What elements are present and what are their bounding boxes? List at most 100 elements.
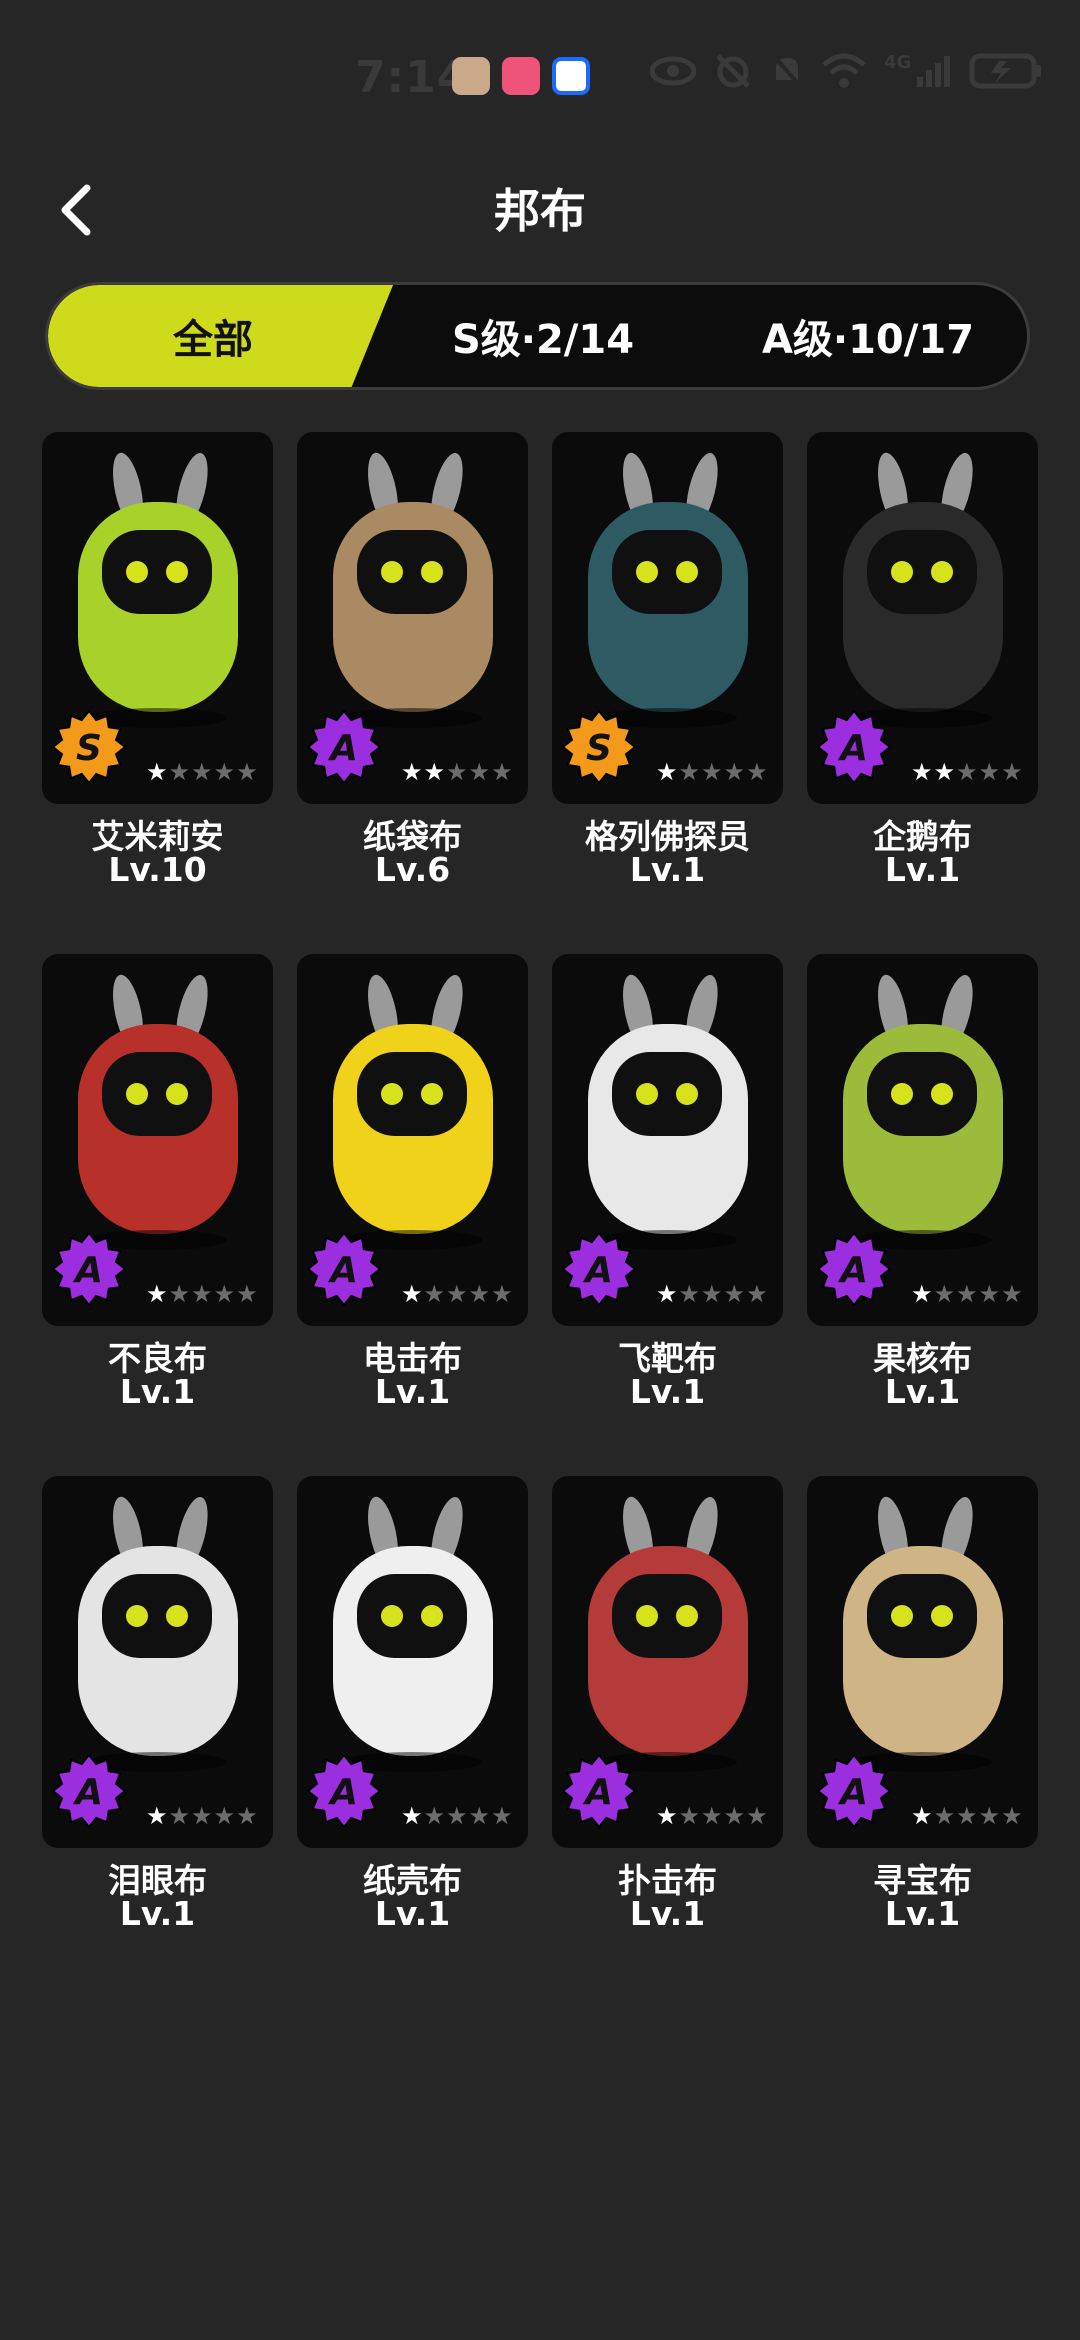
bangboo-figure	[333, 452, 493, 728]
star-rating: ★ ★ ★ ★ ★	[146, 1804, 258, 1828]
signal-icon	[917, 56, 951, 87]
star-rating: ★ ★ ★ ★ ★	[656, 1282, 768, 1306]
star-empty-icon: ★	[446, 1802, 468, 1830]
bangboo-figure	[588, 974, 748, 1250]
star-empty-icon: ★	[746, 1802, 768, 1830]
star-rating: ★ ★ ★ ★ ★	[146, 760, 258, 784]
bangboo-portrait: A ★ ★ ★ ★ ★	[807, 1476, 1038, 1848]
bangboo-card[interactable]: S ★ ★ ★ ★ ★ 艾米莉安 Lv.10	[42, 432, 273, 954]
star-rating: ★ ★ ★ ★ ★	[911, 1282, 1023, 1306]
star-empty-icon: ★	[1001, 758, 1023, 786]
star-rating: ★ ★ ★ ★ ★	[401, 760, 513, 784]
bangboo-level: Lv.1	[629, 1894, 706, 1933]
bangboo-card[interactable]: A ★ ★ ★ ★ ★ 不良布 Lv.1	[42, 954, 273, 1476]
star-empty-icon: ★	[491, 1280, 513, 1308]
bangboo-portrait: A ★ ★ ★ ★ ★	[297, 1476, 528, 1848]
notification-icons	[452, 57, 590, 95]
star-empty-icon: ★	[933, 1280, 956, 1308]
star-empty-icon: ★	[491, 758, 513, 786]
svg-text:A: A	[327, 728, 358, 769]
star-empty-icon: ★	[236, 758, 258, 786]
bangboo-card[interactable]: A ★ ★ ★ ★ ★ 纸袋布 Lv.6	[297, 432, 528, 954]
tab-rank-a[interactable]: A级·10/17	[708, 285, 1027, 387]
star-empty-icon: ★	[746, 1280, 768, 1308]
star-empty-icon: ★	[423, 1280, 446, 1308]
star-filled-icon: ★	[401, 1280, 423, 1308]
bangboo-card[interactable]: S ★ ★ ★ ★ ★ 格列佛探员 Lv.1	[552, 432, 783, 954]
bangboo-portrait: A ★ ★ ★ ★ ★	[42, 954, 273, 1326]
star-rating: ★ ★ ★ ★ ★	[656, 1804, 768, 1828]
bangboo-card[interactable]: A ★ ★ ★ ★ ★ 果核布 Lv.1	[807, 954, 1038, 1476]
eye-icon	[650, 56, 696, 86]
bangboo-level: Lv.1	[629, 1372, 706, 1411]
bangboo-card[interactable]: A ★ ★ ★ ★ ★ 飞靶布 Lv.1	[552, 954, 783, 1476]
star-empty-icon: ★	[746, 758, 768, 786]
star-filled-icon: ★	[656, 1280, 678, 1308]
rank-s-badge-icon: S	[562, 710, 636, 784]
bangboo-portrait: A ★ ★ ★ ★ ★	[42, 1476, 273, 1848]
bangboo-card[interactable]: A ★ ★ ★ ★ ★ 泪眼布 Lv.1	[42, 1476, 273, 1998]
bangboo-card[interactable]: A ★ ★ ★ ★ ★ 企鹅布 Lv.1	[807, 432, 1038, 954]
bangboo-figure	[588, 452, 748, 728]
rank-a-badge-icon: A	[52, 1232, 126, 1306]
star-empty-icon: ★	[168, 1280, 191, 1308]
star-empty-icon: ★	[956, 758, 978, 786]
bangboo-portrait: A ★ ★ ★ ★ ★	[807, 432, 1038, 804]
alarm-off-icon	[716, 54, 750, 88]
star-empty-icon: ★	[168, 1802, 191, 1830]
star-empty-icon: ★	[723, 1802, 746, 1830]
status-bar: 7:14 4G	[0, 0, 1080, 150]
rank-a-badge-icon: A	[817, 1754, 891, 1828]
star-rating: ★ ★ ★ ★ ★	[656, 760, 768, 784]
bangboo-card[interactable]: A ★ ★ ★ ★ ★ 纸壳布 Lv.1	[297, 1476, 528, 1998]
bangboo-card[interactable]: A ★ ★ ★ ★ ★ 扑击布 Lv.1	[552, 1476, 783, 1998]
bangboo-level: Lv.1	[119, 1894, 196, 1933]
svg-text:A: A	[72, 1772, 103, 1813]
star-rating: ★ ★ ★ ★ ★	[911, 760, 1023, 784]
star-empty-icon: ★	[956, 1802, 978, 1830]
app-avatar-icon	[452, 57, 490, 95]
bangboo-level: Lv.10	[108, 850, 207, 889]
star-empty-icon: ★	[446, 1280, 468, 1308]
bangboo-portrait: A ★ ★ ★ ★ ★	[297, 432, 528, 804]
star-empty-icon: ★	[978, 758, 1001, 786]
svg-text:A: A	[837, 728, 868, 769]
star-empty-icon: ★	[191, 1280, 213, 1308]
tab-rank-s[interactable]: S级·2/14	[378, 285, 708, 387]
bangboo-level: Lv.1	[374, 1894, 451, 1933]
bangboo-card[interactable]: A ★ ★ ★ ★ ★ 寻宝布 Lv.1	[807, 1476, 1038, 1998]
bangboo-level: Lv.1	[884, 850, 961, 889]
star-empty-icon: ★	[978, 1280, 1001, 1308]
star-empty-icon: ★	[1001, 1802, 1023, 1830]
star-empty-icon: ★	[1001, 1280, 1023, 1308]
bangboo-figure	[78, 1496, 238, 1772]
bangboo-figure	[333, 974, 493, 1250]
star-rating: ★ ★ ★ ★ ★	[146, 1282, 258, 1306]
rank-filter-tabs: 全部 S级·2/14 A级·10/17	[45, 282, 1030, 390]
star-empty-icon: ★	[978, 1802, 1001, 1830]
star-empty-icon: ★	[701, 1280, 723, 1308]
star-filled-icon: ★	[911, 1802, 933, 1830]
svg-text:A: A	[72, 1250, 103, 1291]
star-empty-icon: ★	[446, 758, 468, 786]
star-filled-icon: ★	[933, 758, 956, 786]
wifi-icon	[822, 53, 866, 88]
star-empty-icon: ★	[213, 758, 236, 786]
bangboo-level: Lv.1	[884, 1894, 961, 1933]
star-filled-icon: ★	[656, 1802, 678, 1830]
tab-all[interactable]: 全部	[48, 285, 378, 387]
star-empty-icon: ★	[468, 758, 491, 786]
star-filled-icon: ★	[146, 1280, 168, 1308]
rank-a-badge-icon: A	[307, 710, 381, 784]
bangboo-portrait: A ★ ★ ★ ★ ★	[552, 954, 783, 1326]
bilibili-icon	[502, 57, 540, 95]
star-filled-icon: ★	[401, 758, 423, 786]
star-filled-icon: ★	[656, 758, 678, 786]
bangboo-level: Lv.6	[374, 850, 451, 889]
bangboo-card[interactable]: A ★ ★ ★ ★ ★ 电击布 Lv.1	[297, 954, 528, 1476]
star-empty-icon: ★	[491, 1802, 513, 1830]
star-empty-icon: ★	[701, 758, 723, 786]
rank-a-badge-icon: A	[307, 1754, 381, 1828]
star-filled-icon: ★	[146, 1802, 168, 1830]
star-rating: ★ ★ ★ ★ ★	[401, 1804, 513, 1828]
